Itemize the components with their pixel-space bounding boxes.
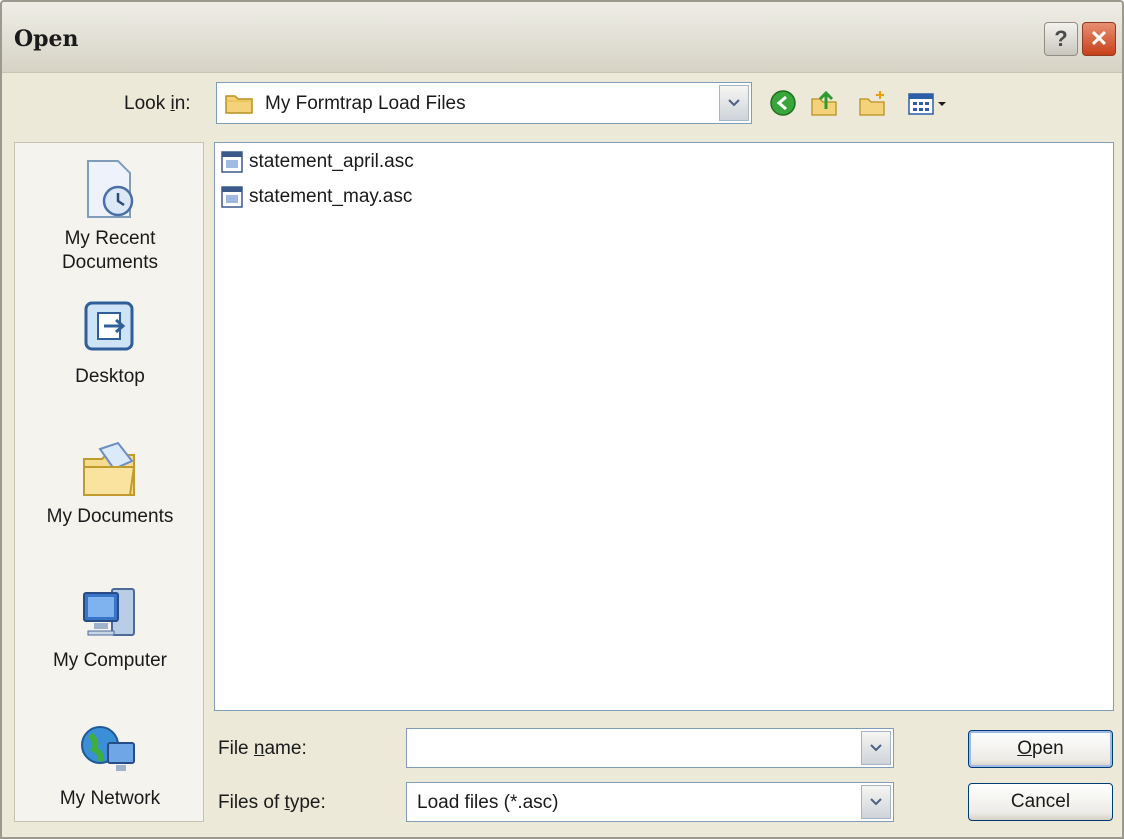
place-desktop[interactable]: Desktop: [15, 299, 205, 389]
place-label: My Recent: [64, 228, 156, 249]
cancel-button[interactable]: Cancel: [968, 783, 1113, 821]
place-my-network[interactable]: My Network: [15, 721, 205, 811]
close-icon: ✕: [1089, 26, 1109, 51]
back-icon[interactable]: [766, 86, 800, 120]
look-in-value: My Formtrap Load Files: [265, 93, 466, 114]
desktop-icon: [84, 301, 134, 351]
my-documents-icon: [83, 441, 136, 496]
list-item[interactable]: statement_may.asc: [221, 182, 412, 212]
title-bar[interactable]: Open ? ✕: [2, 2, 1122, 73]
place-label: My Computer: [52, 650, 168, 671]
place-label: Desktop: [75, 366, 145, 387]
look-in-label: Look in:: [124, 93, 191, 114]
place-my-recent-documents[interactable]: My Recent Documents: [15, 157, 205, 275]
my-network-icon: [81, 726, 135, 771]
file-name: statement_april.asc: [249, 151, 414, 172]
file-name-combo[interactable]: [406, 728, 894, 768]
chevron-down-icon[interactable]: [861, 785, 891, 819]
file-type-value: Load files (*.asc): [417, 792, 559, 813]
chevron-down-icon[interactable]: [861, 731, 891, 765]
help-icon: ?: [1054, 26, 1068, 51]
look-in-dropdown[interactable]: My Formtrap Load Files: [216, 82, 752, 124]
open-button[interactable]: Open: [968, 730, 1113, 768]
place-label: My Documents: [46, 506, 174, 527]
places-bar: My Recent Documents Desktop My Documents: [14, 142, 204, 822]
file-type-label: Files of type:: [218, 792, 326, 813]
place-my-documents[interactable]: My Documents: [15, 439, 205, 529]
chevron-down-icon[interactable]: [719, 85, 749, 121]
file-list[interactable]: statement_april.asc statement_may.asc: [214, 142, 1114, 711]
my-computer-icon: [83, 588, 135, 636]
views-menu-icon[interactable]: [904, 86, 954, 120]
recent-documents-icon: [87, 160, 134, 218]
new-folder-icon[interactable]: [856, 86, 890, 120]
help-button[interactable]: ?: [1044, 22, 1078, 56]
list-item[interactable]: statement_april.asc: [221, 147, 414, 177]
place-label: My Network: [59, 788, 161, 809]
open-dialog: Open ? ✕ Look in: My Formtrap Load Files: [0, 0, 1124, 839]
file-name-label: File name:: [218, 738, 307, 759]
file-name: statement_may.asc: [249, 186, 413, 207]
folder-icon: [225, 92, 253, 119]
place-my-computer[interactable]: My Computer: [15, 583, 205, 673]
window-title: Open: [14, 26, 79, 52]
close-button[interactable]: ✕: [1082, 22, 1116, 56]
asc-file-icon: [221, 186, 243, 208]
file-name-input[interactable]: [413, 735, 857, 763]
file-type-dropdown[interactable]: Load files (*.asc): [406, 782, 894, 822]
asc-file-icon: [221, 151, 243, 173]
place-label: Documents: [61, 252, 159, 273]
up-folder-icon[interactable]: [808, 86, 842, 120]
